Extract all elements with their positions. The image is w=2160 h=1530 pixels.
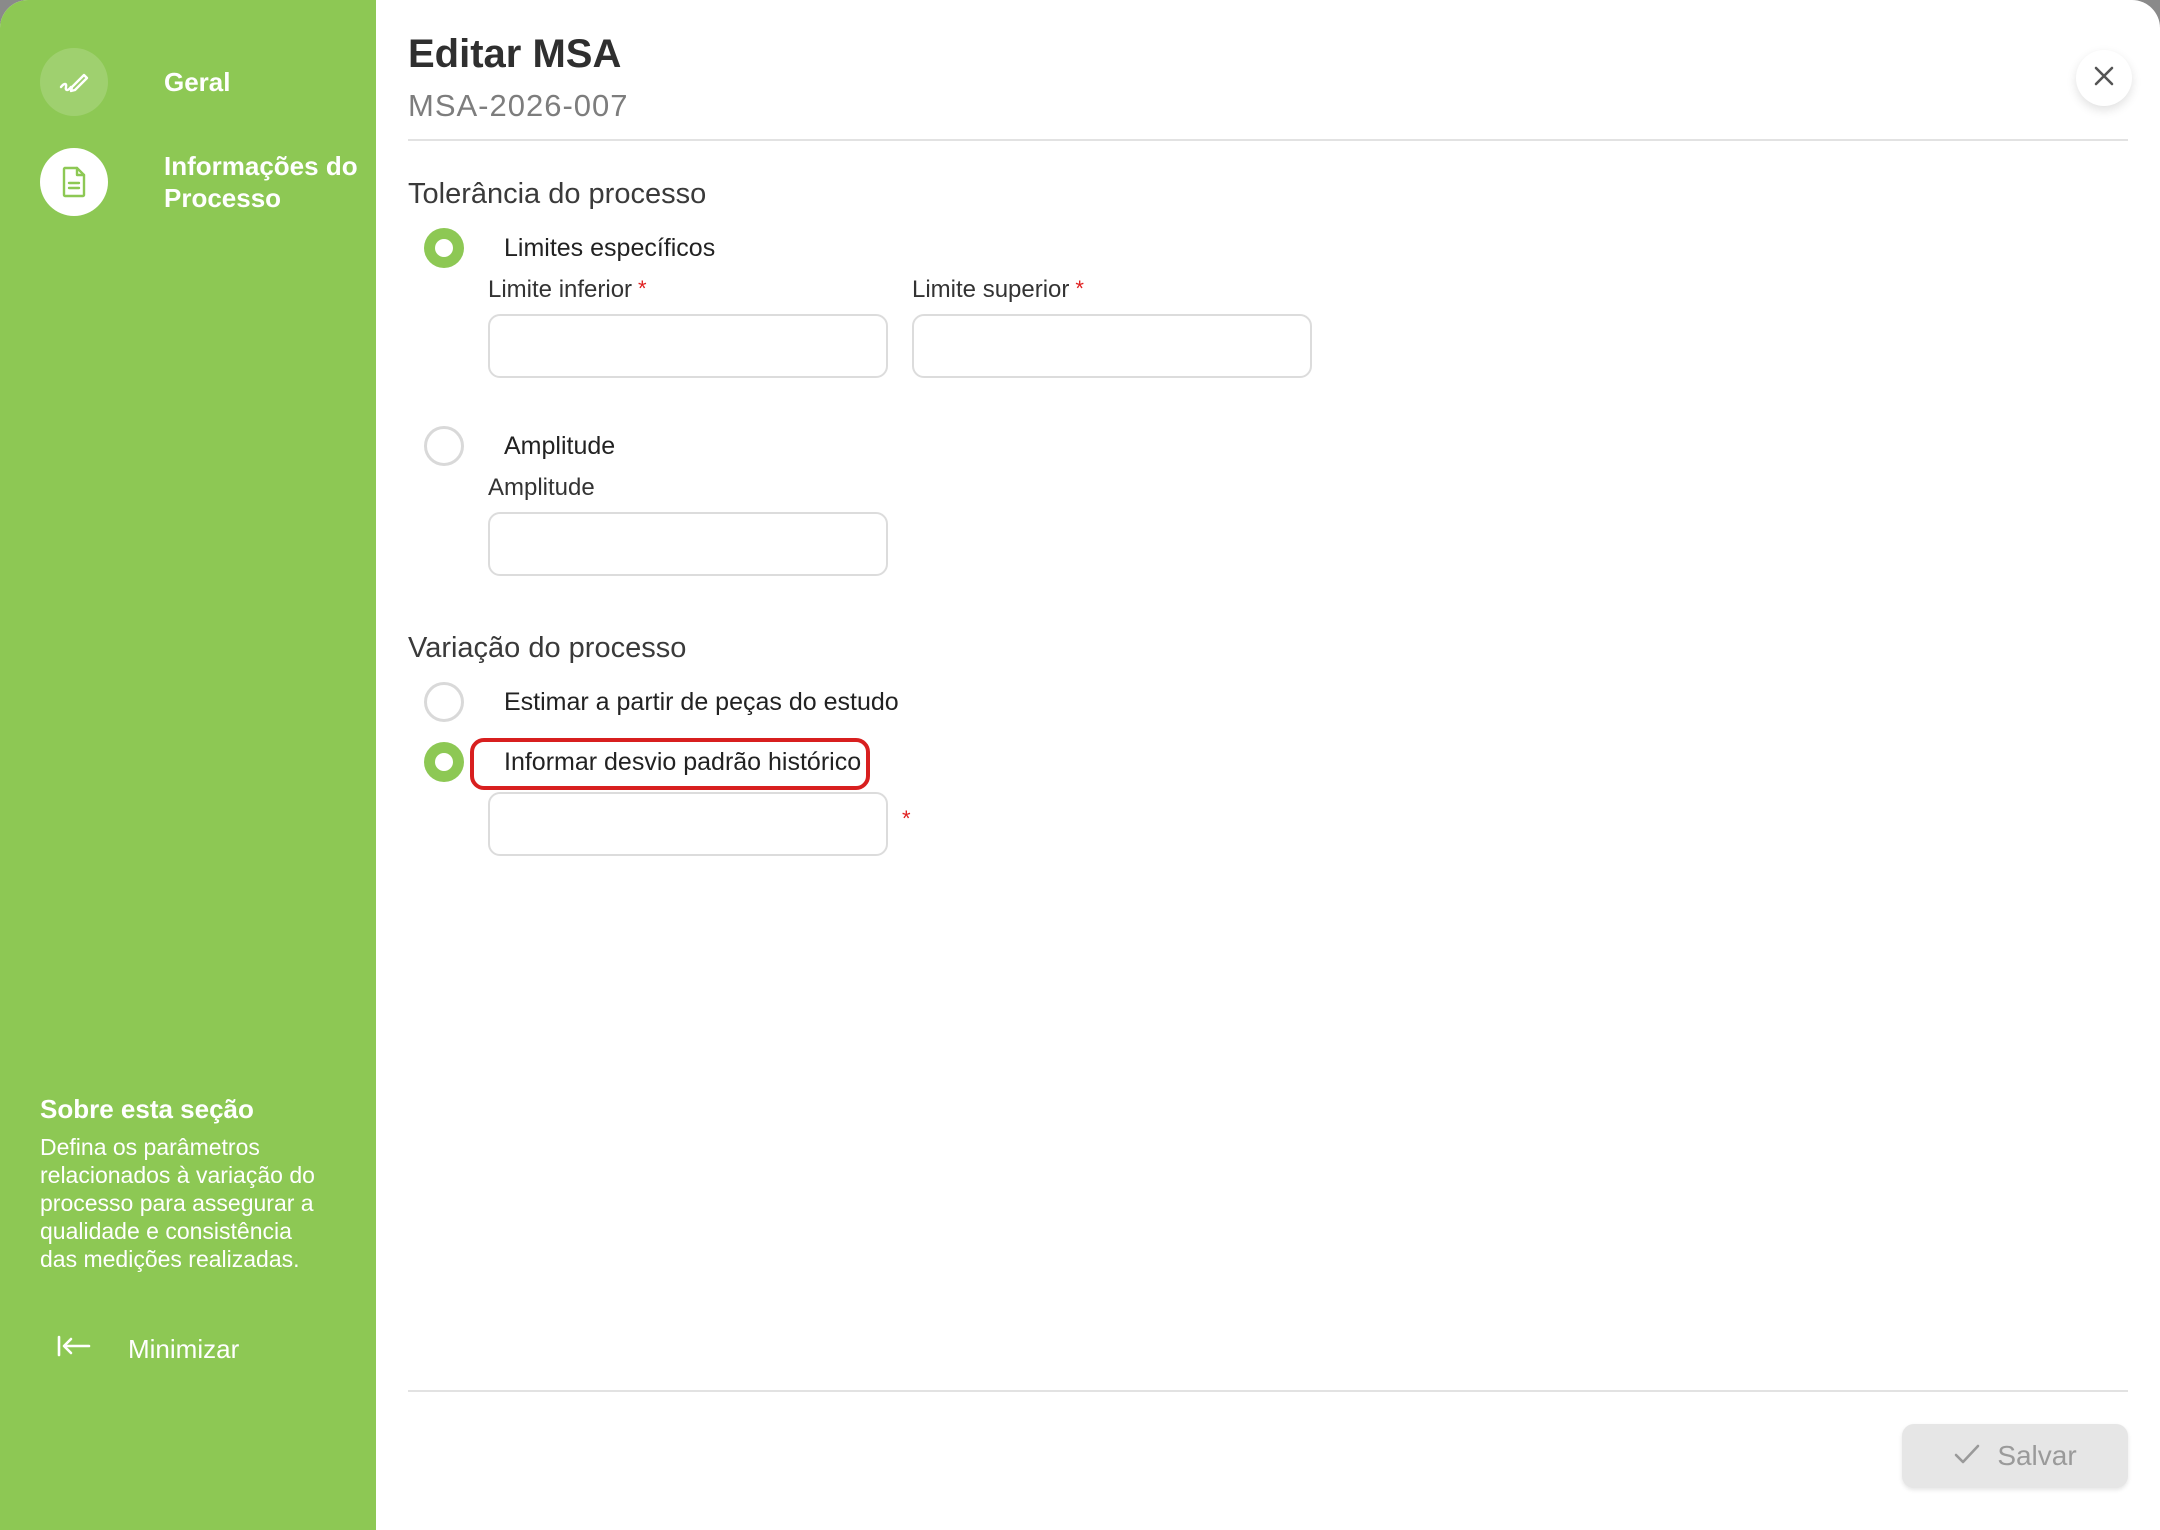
required-asterisk: *: [902, 806, 911, 831]
required-asterisk: *: [638, 276, 647, 301]
amplitude-input[interactable]: [488, 512, 888, 576]
sidebar-item-geral[interactable]: Geral: [40, 48, 231, 116]
close-button[interactable]: [2076, 50, 2132, 106]
radio-amplitude[interactable]: Amplitude: [424, 426, 615, 466]
tolerance-section-title: Tolerância do processo: [408, 178, 707, 210]
radio-label: Estimar a partir de peças do estudo: [504, 687, 899, 716]
close-icon: [2092, 64, 2116, 93]
about-title: Sobre esta seção: [40, 1094, 254, 1124]
header-divider: [408, 139, 2128, 141]
footer-divider: [408, 1390, 2128, 1392]
collapse-left-icon: [56, 1334, 92, 1365]
about-text: Defina os parâmetros relacionados à vari…: [40, 1134, 315, 1272]
document-icon: [40, 148, 108, 216]
sidebar: Geral Informações do Processo Sobre esta…: [0, 0, 376, 1530]
page-title: Editar MSA: [408, 32, 622, 76]
radio-estimar-pecas[interactable]: Estimar a partir de peças do estudo: [424, 682, 899, 722]
variation-section-title: Variação do processo: [408, 632, 687, 664]
lower-limit-label: Limite inferior *: [488, 276, 647, 304]
upper-limit-label: Limite superior *: [912, 276, 1084, 304]
about-section: Sobre esta seção Defina os parâmetros re…: [40, 1094, 320, 1273]
radio-button-checked[interactable]: [424, 742, 464, 782]
radio-label: Limites específicos: [504, 233, 716, 262]
minimize-label: Minimizar: [128, 1334, 240, 1364]
stddev-input[interactable]: [488, 792, 888, 856]
highlight-box: [470, 738, 870, 790]
required-asterisk: *: [1075, 276, 1084, 301]
minimize-button[interactable]: Minimizar: [56, 1334, 239, 1365]
main-content: Editar MSA MSA-2026-007 Tolerância do pr…: [376, 0, 2160, 1530]
edit-check-icon: [40, 48, 108, 116]
sidebar-item-label: Informações do Processo: [164, 151, 358, 213]
radio-button-checked[interactable]: [424, 228, 464, 268]
save-button[interactable]: Salvar: [1902, 1424, 2128, 1488]
amplitude-label: Amplitude: [488, 474, 595, 501]
sidebar-item-informacoes-processo[interactable]: Informações do Processo: [40, 148, 394, 216]
radio-label: Amplitude: [504, 431, 616, 460]
upper-limit-label-text: Limite superior: [912, 276, 1070, 303]
check-icon: [1953, 1440, 1981, 1472]
radio-button-unchecked[interactable]: [424, 426, 464, 466]
lower-limit-input[interactable]: [488, 314, 888, 378]
sidebar-item-label: Geral: [164, 67, 231, 97]
radio-button-unchecked[interactable]: [424, 682, 464, 722]
save-label: Salvar: [1997, 1440, 2077, 1471]
lower-limit-label-text: Limite inferior: [488, 276, 633, 303]
edit-msa-modal: Geral Informações do Processo Sobre esta…: [0, 0, 2160, 1530]
page-subtitle: MSA-2026-007: [408, 88, 629, 123]
radio-limites-especificos[interactable]: Limites específicos: [424, 228, 715, 268]
upper-limit-input[interactable]: [912, 314, 1312, 378]
